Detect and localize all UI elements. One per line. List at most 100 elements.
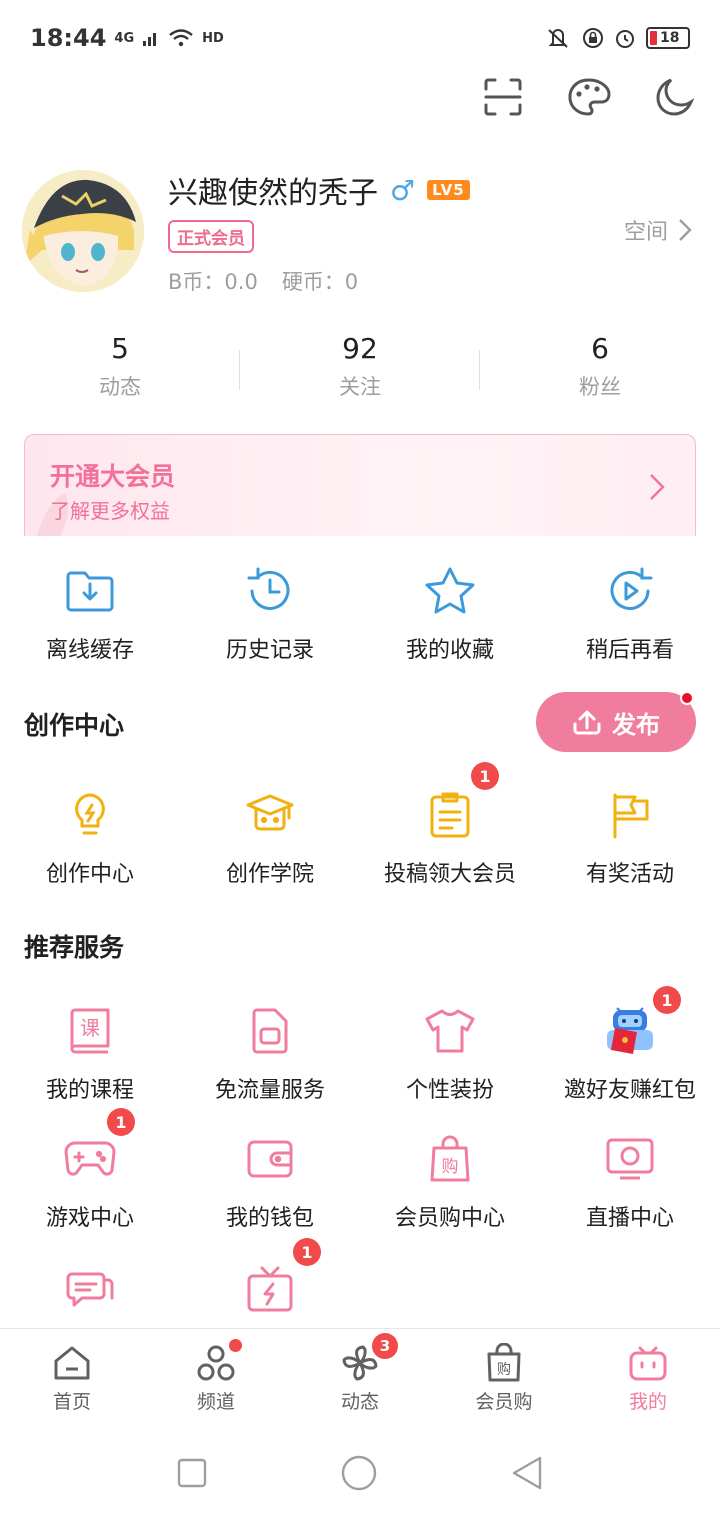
quick-offline-cache[interactable]: 离线缓存 bbox=[0, 564, 180, 664]
notification-dot bbox=[229, 1339, 242, 1352]
stat-following[interactable]: 92 关注 bbox=[240, 332, 480, 412]
quick-label: 我的收藏 bbox=[405, 638, 494, 663]
graduation-cap-icon bbox=[243, 788, 297, 842]
lock-rotation-icon bbox=[583, 28, 603, 48]
service-label: 我的课程 bbox=[45, 1078, 134, 1103]
quick-history[interactable]: 历史记录 bbox=[180, 564, 360, 664]
service-label: 直播中心 bbox=[585, 1206, 674, 1231]
bottom-tab-bar: 首页 频道 3 动态 购 会员购 我的 bbox=[0, 1328, 720, 1426]
wallet-icon bbox=[243, 1132, 297, 1186]
history-clock-icon bbox=[243, 564, 297, 618]
star-icon bbox=[423, 564, 477, 618]
status-time: 18:44 bbox=[30, 24, 107, 52]
sim-card-icon bbox=[243, 1004, 297, 1058]
recents-square-icon[interactable] bbox=[176, 1457, 208, 1489]
quick-actions: 离线缓存 历史记录 我的收藏 稍后再看 bbox=[0, 564, 720, 664]
creation-center[interactable]: 创作中心 bbox=[0, 788, 180, 888]
service-label: 游戏中心 bbox=[45, 1206, 134, 1231]
tab-home[interactable]: 首页 bbox=[0, 1329, 144, 1426]
service-label: 邀好友赚红包 bbox=[563, 1078, 696, 1103]
status-left: 18:44 4G HD bbox=[30, 24, 224, 52]
creation-academy[interactable]: 创作学院 bbox=[180, 788, 360, 888]
messages-service[interactable] bbox=[0, 1262, 180, 1330]
tab-label: 我的 bbox=[628, 1391, 667, 1413]
quick-label: 稍后再看 bbox=[585, 638, 674, 663]
game-center[interactable]: 1 游戏中心 bbox=[0, 1108, 180, 1232]
quick-label: 离线缓存 bbox=[45, 638, 134, 663]
tab-label: 会员购 bbox=[475, 1391, 533, 1413]
reward-activity[interactable]: 有奖活动 bbox=[540, 788, 720, 888]
chat-bubbles-icon bbox=[63, 1262, 117, 1316]
tab-member-shop[interactable]: 购 会员购 bbox=[432, 1329, 576, 1426]
quick-watch-later[interactable]: 稍后再看 bbox=[540, 564, 720, 664]
channels-icon bbox=[196, 1339, 242, 1383]
vibrate-mute-icon bbox=[548, 29, 568, 48]
night-mode-icon[interactable] bbox=[652, 74, 698, 120]
chevron-right-icon bbox=[650, 474, 665, 500]
battery-level: 18 bbox=[660, 30, 680, 46]
creation-section-title: 创作中心 bbox=[24, 711, 125, 740]
my-wallet[interactable]: 我的钱包 bbox=[180, 1132, 360, 1232]
notification-badge: 1 bbox=[293, 1238, 321, 1266]
avatar[interactable] bbox=[22, 170, 144, 292]
notification-badge: 1 bbox=[107, 1108, 135, 1136]
services-section-title: 推荐服务 bbox=[24, 933, 125, 962]
clipboard-icon: 1 bbox=[423, 762, 499, 842]
gift-service[interactable]: 1 bbox=[180, 1238, 360, 1330]
tab-label: 首页 bbox=[52, 1391, 91, 1413]
service-label: 个性装扮 bbox=[405, 1078, 494, 1103]
service-label: 免流量服务 bbox=[214, 1078, 325, 1103]
profile-header: 兴趣使然的秃子 ♂ LV5 正式会员 B币：0.0 硬币：0 空间 bbox=[22, 168, 698, 298]
my-courses[interactable]: 课 我的课程 bbox=[0, 1004, 180, 1104]
tab-label: 动态 bbox=[340, 1391, 379, 1413]
home-circle-icon[interactable] bbox=[340, 1454, 378, 1492]
quick-label: 历史记录 bbox=[225, 638, 314, 663]
bcoin-balance: B币：0.0 bbox=[168, 270, 258, 294]
member-shop-center[interactable]: 购 会员购中心 bbox=[360, 1132, 540, 1232]
scan-icon[interactable] bbox=[480, 74, 526, 120]
system-navigation-bar bbox=[0, 1426, 720, 1520]
back-triangle-icon[interactable] bbox=[510, 1455, 544, 1491]
creation-label: 投稿领大会员 bbox=[383, 862, 516, 887]
tab-channels[interactable]: 频道 bbox=[144, 1329, 288, 1426]
creation-label: 有奖活动 bbox=[585, 862, 674, 887]
lightbulb-icon bbox=[63, 788, 117, 842]
vip-banner[interactable]: 开通大会员 了解更多权益 bbox=[24, 434, 696, 544]
download-folder-icon bbox=[63, 564, 117, 618]
quick-favorites[interactable]: 我的收藏 bbox=[360, 564, 540, 664]
chevron-right-icon bbox=[679, 219, 692, 241]
space-link[interactable]: 空间 bbox=[624, 214, 692, 246]
coin-balance: 硬币：0 bbox=[281, 270, 359, 294]
network-type: 4G bbox=[114, 30, 135, 46]
status-right: 18 bbox=[544, 27, 690, 49]
stat-followers[interactable]: 6 粉丝 bbox=[480, 332, 720, 412]
tv-icon bbox=[628, 1343, 668, 1383]
notification-badge: 1 bbox=[653, 986, 681, 1014]
personal-decoration[interactable]: 个性装扮 bbox=[360, 1004, 540, 1104]
shop-glyph: 购 bbox=[442, 1157, 459, 1177]
course-book-icon: 课 bbox=[63, 1004, 117, 1058]
shopping-bag-icon: 购 bbox=[423, 1132, 477, 1186]
free-data-service[interactable]: 免流量服务 bbox=[180, 1004, 360, 1104]
submit-get-vip[interactable]: 1 投稿领大会员 bbox=[360, 762, 540, 888]
live-center[interactable]: 直播中心 bbox=[540, 1132, 720, 1232]
tab-mine[interactable]: 我的 bbox=[576, 1329, 720, 1426]
live-tv-icon bbox=[603, 1132, 657, 1186]
publish-button[interactable]: 发布 bbox=[536, 691, 696, 752]
invite-friends-red-envelope[interactable]: 1 邀好友赚红包 bbox=[540, 986, 720, 1104]
mascot-red-envelope-icon: 1 bbox=[603, 986, 681, 1058]
pinwheel-icon: 3 bbox=[340, 1333, 398, 1383]
wifi-icon bbox=[169, 29, 193, 47]
stat-dynamics[interactable]: 5 动态 bbox=[0, 332, 240, 412]
stat-label: 粉丝 bbox=[579, 375, 621, 399]
vip-banner-title: 开通大会员 bbox=[50, 462, 176, 491]
palette-icon[interactable] bbox=[566, 74, 612, 120]
service-label: 会员购中心 bbox=[394, 1206, 505, 1231]
member-badge: 正式会员 bbox=[168, 220, 254, 253]
tab-label: 频道 bbox=[196, 1391, 235, 1413]
gift-bolt-icon: 1 bbox=[243, 1238, 321, 1316]
tab-dynamics[interactable]: 3 动态 bbox=[288, 1329, 432, 1426]
services-row-1: 课 我的课程 免流量服务 个性装扮 1 邀好友赚红包 bbox=[0, 986, 720, 1104]
service-label: 我的钱包 bbox=[225, 1206, 314, 1231]
services-row-3: 1 bbox=[0, 1238, 720, 1330]
